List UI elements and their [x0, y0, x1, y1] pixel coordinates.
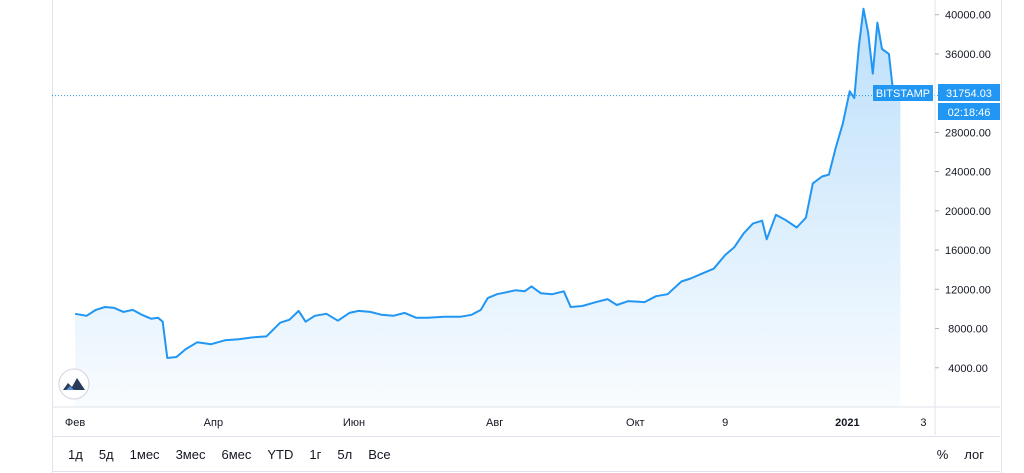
x-tick-label: 2021: [835, 417, 859, 429]
y-tick-label: 36000.00: [945, 49, 991, 61]
range-button-6m[interactable]: 6мес: [213, 447, 259, 462]
x-tick-label: Июн: [343, 417, 365, 429]
y-tick-label: 12000.00: [945, 284, 991, 296]
x-tick-label: 3: [920, 417, 926, 429]
scale-tools: % лог: [929, 437, 992, 471]
last-price-badge: 31754.03: [938, 84, 1000, 101]
percent-scale-toggle[interactable]: %: [929, 447, 957, 462]
price-area: [75, 8, 901, 408]
svg-text:02:18:46: 02:18:46: [948, 107, 991, 119]
y-tick-label: 20000.00: [945, 206, 991, 218]
svg-text:31754.03: 31754.03: [946, 88, 992, 100]
y-tick-label: 40000.00: [945, 10, 991, 22]
range-bar: 1д 5д 1мес 3мес 6мес YTD 1г 5л Все % лог: [52, 436, 1000, 472]
x-tick-label: Апр: [204, 417, 223, 429]
log-scale-toggle[interactable]: лог: [956, 447, 992, 462]
range-button-5d[interactable]: 5д: [91, 447, 122, 462]
range-button-1d[interactable]: 1д: [60, 447, 91, 462]
countdown-badge: 02:18:46: [938, 103, 1000, 120]
range-button-1m[interactable]: 1мес: [122, 447, 168, 462]
y-tick-label: 28000.00: [945, 127, 991, 139]
range-button-1y[interactable]: 1г: [301, 447, 329, 462]
x-tick-label: Авг: [486, 417, 503, 429]
x-tick-label: Фев: [65, 417, 85, 429]
y-tick-label: 16000.00: [945, 245, 991, 257]
range-button-ytd[interactable]: YTD: [259, 447, 301, 462]
x-tick-label: 9: [722, 417, 728, 429]
range-button-all[interactable]: Все: [360, 447, 398, 462]
y-tick-label: 24000.00: [945, 167, 991, 179]
tradingview-logo-icon[interactable]: [58, 368, 90, 400]
price-chart[interactable]: 4000.00 8000.00 12000.00 16000.00 20000.00 24…: [0, 0, 1024, 435]
x-tick-label: Окт: [626, 417, 645, 429]
range-button-5y[interactable]: 5л: [329, 447, 360, 462]
exchange-label: BITSTAMP: [873, 85, 933, 101]
y-tick-label: 4000.00: [948, 363, 988, 375]
svg-text:BITSTAMP: BITSTAMP: [876, 88, 930, 100]
range-button-3m[interactable]: 3мес: [168, 447, 214, 462]
y-tick-label: 8000.00: [948, 324, 988, 336]
